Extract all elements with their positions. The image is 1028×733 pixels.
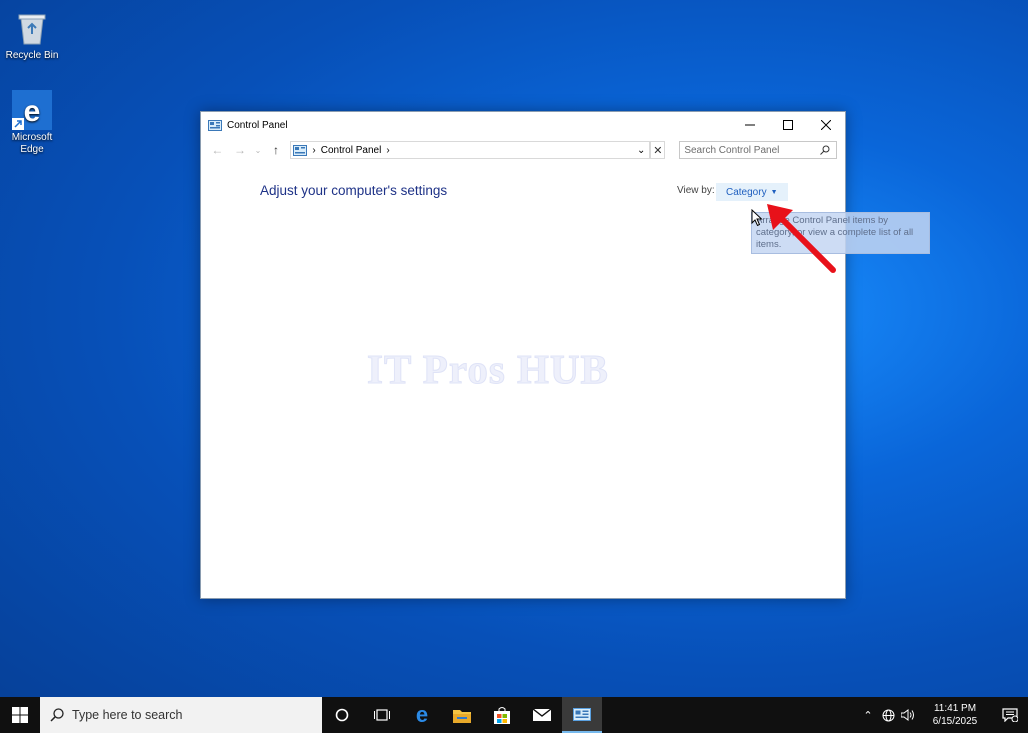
control-panel-icon bbox=[208, 119, 222, 131]
windows-logo-icon bbox=[12, 707, 28, 723]
clock-time: 11:41 PM bbox=[933, 703, 977, 714]
navigation-bar: ← → ⌄ ↑ › Control Panel › ⌄ ✕ Search Con… bbox=[201, 138, 845, 162]
taskbar-mail[interactable] bbox=[522, 697, 562, 733]
address-bar[interactable]: › Control Panel › ⌄ bbox=[290, 141, 651, 159]
search-input[interactable]: Search Control Panel bbox=[679, 141, 838, 159]
task-view-icon bbox=[374, 709, 390, 721]
task-view-button[interactable] bbox=[362, 697, 402, 733]
breadcrumb-control-panel[interactable]: Control Panel bbox=[321, 145, 382, 156]
up-arrow-icon: ↑ bbox=[273, 143, 280, 157]
view-by-value: Category bbox=[726, 186, 767, 198]
taskbar: Type here to search e ⌃ 11:41 PM 6/15/20… bbox=[0, 697, 1028, 733]
taskbar-file-explorer[interactable] bbox=[442, 697, 482, 733]
store-icon bbox=[494, 706, 510, 724]
control-panel-icon bbox=[293, 144, 308, 156]
speaker-icon bbox=[901, 709, 914, 721]
close-icon: ✕ bbox=[653, 144, 663, 157]
watermark: IT Pros HUB bbox=[367, 346, 609, 393]
clear-address-button[interactable]: ✕ bbox=[650, 141, 666, 159]
breadcrumb-separator-icon: › bbox=[312, 144, 316, 156]
mail-icon bbox=[533, 709, 551, 721]
back-arrow-icon: ← bbox=[211, 143, 224, 157]
recent-locations-button[interactable]: ⌄ bbox=[254, 141, 262, 159]
taskbar-edge[interactable]: e bbox=[402, 697, 442, 733]
forward-arrow-icon: → bbox=[233, 143, 246, 157]
minimize-icon bbox=[745, 124, 755, 126]
action-center-button[interactable] bbox=[992, 708, 1028, 722]
folder-icon bbox=[453, 709, 471, 723]
cortana-button[interactable] bbox=[322, 697, 362, 733]
view-by-label: View by: bbox=[677, 185, 715, 196]
clock-date: 6/15/2025 bbox=[932, 716, 978, 727]
taskbar-control-panel[interactable] bbox=[562, 697, 602, 733]
start-button[interactable] bbox=[0, 697, 40, 733]
svg-text:e: e bbox=[24, 95, 41, 128]
page-title: Adjust your computer's settings bbox=[260, 183, 448, 198]
control-panel-window: Control Panel ← → ⌄ ↑ › Control Panel › bbox=[200, 111, 930, 599]
notification-icon bbox=[1002, 708, 1018, 722]
desktop-icon-recycle-bin[interactable]: Recycle Bin bbox=[0, 8, 64, 62]
clock[interactable]: 11:41 PM 6/15/2025 bbox=[924, 702, 986, 728]
maximize-icon bbox=[783, 120, 793, 130]
cortana-icon bbox=[335, 708, 349, 722]
up-button[interactable]: ↑ bbox=[268, 141, 285, 159]
taskbar-store[interactable] bbox=[482, 697, 522, 733]
address-dropdown-icon[interactable]: ⌄ bbox=[637, 145, 649, 156]
window-title: Control Panel bbox=[227, 119, 288, 131]
forward-button[interactable]: → bbox=[232, 141, 249, 159]
edge-icon: e bbox=[12, 90, 52, 130]
taskbar-search-placeholder: Type here to search bbox=[72, 708, 183, 722]
network-globe-icon bbox=[882, 709, 894, 721]
maximize-button[interactable] bbox=[769, 112, 807, 138]
annotation-arrow-icon bbox=[767, 204, 836, 273]
edge-icon: e bbox=[415, 702, 429, 727]
chevron-down-icon: ⌄ bbox=[254, 145, 262, 155]
chevron-up-icon: ⌃ bbox=[863, 709, 873, 722]
desktop-icon-label: Microsoft Edge bbox=[11, 132, 53, 155]
control-panel-icon bbox=[573, 707, 591, 721]
minimize-button[interactable] bbox=[731, 112, 769, 138]
close-button[interactable] bbox=[807, 112, 845, 138]
taskbar-search-box[interactable]: Type here to search bbox=[40, 697, 322, 733]
breadcrumb-separator-icon[interactable]: › bbox=[386, 145, 389, 156]
title-bar[interactable]: Control Panel bbox=[201, 112, 845, 138]
volume-button[interactable] bbox=[898, 709, 918, 721]
system-tray: ⌃ 11:41 PM 6/15/2025 bbox=[858, 697, 1028, 733]
desktop-icon-label: Recycle Bin bbox=[5, 50, 59, 61]
search-icon bbox=[50, 708, 64, 722]
search-placeholder: Search Control Panel bbox=[684, 144, 780, 156]
desktop-icon-edge[interactable]: e Microsoft Edge bbox=[0, 90, 64, 156]
show-hidden-icons-button[interactable]: ⌃ bbox=[858, 709, 878, 722]
close-icon bbox=[821, 120, 831, 130]
recycle-bin-icon bbox=[12, 8, 52, 48]
back-button[interactable]: ← bbox=[209, 141, 226, 159]
dropdown-arrow-icon: ▼ bbox=[770, 188, 778, 196]
search-icon bbox=[820, 145, 830, 155]
network-button[interactable] bbox=[878, 709, 898, 722]
